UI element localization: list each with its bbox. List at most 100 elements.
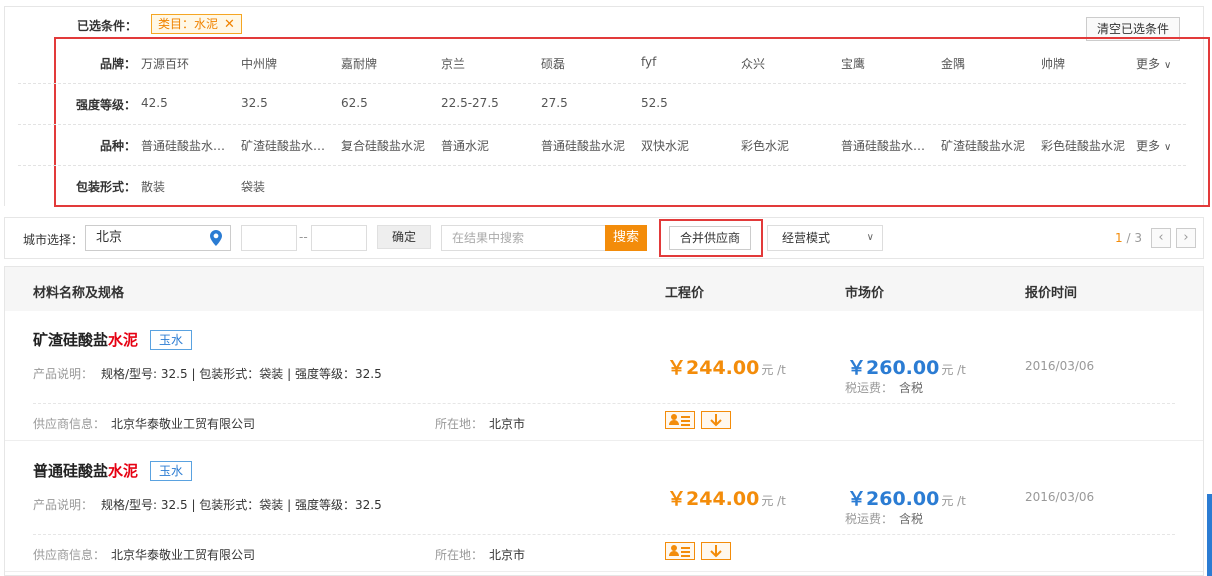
location-value: 北京市 [489, 417, 526, 431]
page-current: 1 [1115, 231, 1123, 245]
search-button[interactable]: 搜索 [605, 225, 647, 251]
filter-option[interactable]: 52.5 [641, 96, 737, 110]
more-variety-button[interactable]: 更多 ∨ [1136, 137, 1171, 154]
filter-row-package: 包装形式： 散装 袋装 [18, 166, 1186, 207]
filter-option[interactable]: 27.5 [541, 96, 637, 110]
table-header: 材料名称及规格 工程价 市场价 报价时间 [5, 267, 1203, 311]
filter-option[interactable]: 22.5-27.5 [441, 96, 537, 110]
product-title-text: 普通硅酸盐 [33, 462, 109, 480]
chevron-down-icon: ∨ [866, 232, 874, 243]
supplier-info: 供应商信息： 北京华泰敬业工贸有限公司 [33, 546, 255, 563]
price-value: ￥244.00 [667, 488, 760, 510]
location-pin-icon [210, 230, 222, 246]
city-input[interactable]: 北京 [85, 225, 231, 251]
business-mode-select[interactable]: 经营模式 ∨ [767, 225, 883, 251]
filter-option[interactable]: 普通硅酸盐水… [841, 137, 937, 154]
engineering-price: ￥244.00 元 /t [667, 353, 786, 380]
download-icon[interactable] [701, 411, 731, 429]
filter-option[interactable]: 众兴 [741, 55, 837, 72]
download-icon[interactable] [701, 542, 731, 560]
filter-option[interactable]: 复合硅酸盐水泥 [341, 137, 437, 154]
filter-option[interactable]: 京兰 [441, 55, 537, 72]
selected-tag-category[interactable]: 类目：水泥 ✕ [151, 14, 242, 34]
next-page-button[interactable]: › [1176, 228, 1196, 248]
range-separator: -- [299, 230, 308, 244]
results-table: 材料名称及规格 工程价 市场价 报价时间 矿渣硅酸盐水泥 玉水 产品说明： 规格/… [4, 266, 1204, 576]
location-key: 所在地： [435, 548, 484, 562]
tax-info: 税运费： 含税 [845, 510, 923, 527]
brand-badge: 玉水 [150, 461, 193, 481]
merge-supplier-highlight: 合并供应商 [659, 219, 763, 257]
tax-info: 税运费： 含税 [845, 379, 923, 396]
filter-option[interactable]: 矿渣硅酸盐水… [241, 137, 337, 154]
prev-page-button[interactable]: ‹ [1151, 228, 1171, 248]
filter-option[interactable]: 62.5 [341, 96, 437, 110]
filter-option[interactable]: 普通硅酸盐水… [141, 137, 237, 154]
city-value: 北京 [96, 230, 123, 245]
selected-conditions-label: 已选条件： [77, 19, 138, 33]
filter-option[interactable]: 散装 [141, 178, 237, 195]
contact-card-icon[interactable] [665, 542, 695, 560]
side-float-bar[interactable] [1207, 494, 1212, 576]
filter-option[interactable]: 宝鹰 [841, 55, 937, 72]
description-value: 规格/型号: 32.5 | 包装形式：袋装 | 强度等级：32.5 [101, 367, 382, 381]
product-description: 产品说明： 规格/型号: 32.5 | 包装形式：袋装 | 强度等级：32.5 [33, 496, 382, 513]
market-price: ￥260.00 元 /t [847, 484, 966, 511]
city-select-label: 城市选择： [23, 233, 84, 247]
filter-option[interactable]: 金隅 [941, 55, 1037, 72]
product-title[interactable]: 矿渣硅酸盐水泥 [33, 329, 138, 350]
quote-date: 2016/03/06 [1025, 490, 1095, 504]
price-value: ￥244.00 [667, 357, 760, 379]
filter-label-variety: 品种： [99, 139, 136, 153]
filter-option[interactable]: 彩色硅酸盐水泥 [1041, 137, 1137, 154]
filter-option[interactable]: 帅牌 [1041, 55, 1137, 72]
more-label: 更多 [1136, 57, 1161, 71]
filter-option[interactable]: 矿渣硅酸盐水泥 [941, 137, 1037, 154]
product-title[interactable]: 普通硅酸盐水泥 [33, 460, 138, 481]
toolbar: 城市选择： 北京 -- 确定 在结果中搜索 搜索 合并供应商 经营模式 ∨ 1 … [4, 217, 1204, 259]
filter-option[interactable]: 普通硅酸盐水泥 [541, 137, 637, 154]
location-value: 北京市 [489, 548, 526, 562]
filter-option[interactable]: 袋装 [241, 178, 337, 195]
supplier-name[interactable]: 北京华泰敬业工贸有限公司 [111, 417, 255, 431]
filter-option[interactable]: 嘉耐牌 [341, 55, 437, 72]
filter-option[interactable]: 硕磊 [541, 55, 637, 72]
header-eng-price: 工程价 [665, 286, 705, 301]
filter-option[interactable]: 32.5 [241, 96, 337, 110]
filter-option[interactable]: fyf [641, 55, 737, 69]
price-unit: 元 /t [761, 494, 786, 508]
filter-option[interactable]: 普通水泥 [441, 137, 537, 154]
filter-option[interactable]: 彩色水泥 [741, 137, 837, 154]
product-title-highlight: 水泥 [108, 462, 139, 480]
supplier-name[interactable]: 北京华泰敬业工贸有限公司 [111, 548, 255, 562]
location-info: 所在地： 北京市 [435, 546, 525, 563]
filter-row-brand: 品牌： 万源百环 中州牌 嘉耐牌 京兰 硕磊 fyf 众兴 宝鹰 金隅 帅牌 更… [18, 43, 1186, 84]
price-max-input[interactable] [311, 225, 367, 251]
description-key: 产品说明： [33, 367, 94, 381]
pagination-info: 1 / 3 [1115, 231, 1142, 245]
contact-card-icon[interactable] [665, 411, 695, 429]
filter-option[interactable]: 中州牌 [241, 55, 337, 72]
search-input[interactable]: 在结果中搜索 [441, 225, 607, 251]
location-info: 所在地： 北京市 [435, 415, 525, 432]
selected-conditions-row: 已选条件： 类目：水泥 ✕ 清空已选条件 [5, 7, 1203, 41]
market-price: ￥260.00 元 /t [847, 353, 966, 380]
close-icon[interactable]: ✕ [224, 17, 235, 32]
merge-supplier-button[interactable]: 合并供应商 [669, 226, 751, 250]
tax-value: 含税 [899, 512, 924, 526]
selected-tag-label: 类目：水泥 [158, 17, 219, 31]
supplier-info: 供应商信息： 北京华泰敬业工贸有限公司 [33, 415, 255, 432]
filter-option[interactable]: 双快水泥 [641, 137, 737, 154]
filter-row-variety: 品种： 普通硅酸盐水… 矿渣硅酸盐水… 复合硅酸盐水泥 普通水泥 普通硅酸盐水泥… [18, 125, 1186, 166]
header-time: 报价时间 [1025, 286, 1078, 301]
filter-option[interactable]: 42.5 [141, 96, 237, 110]
product-description: 产品说明： 规格/型号: 32.5 | 包装形式：袋装 | 强度等级：32.5 [33, 365, 382, 382]
filter-option[interactable]: 万源百环 [141, 55, 237, 72]
more-brand-button[interactable]: 更多 ∨ [1136, 55, 1171, 72]
product-title-highlight: 水泥 [108, 331, 139, 349]
tax-value: 含税 [899, 381, 924, 395]
row-divider [33, 534, 1175, 535]
confirm-button[interactable]: 确定 [377, 225, 431, 249]
price-min-input[interactable] [241, 225, 297, 251]
description-value: 规格/型号: 32.5 | 包装形式：袋装 | 强度等级：32.5 [101, 498, 382, 512]
